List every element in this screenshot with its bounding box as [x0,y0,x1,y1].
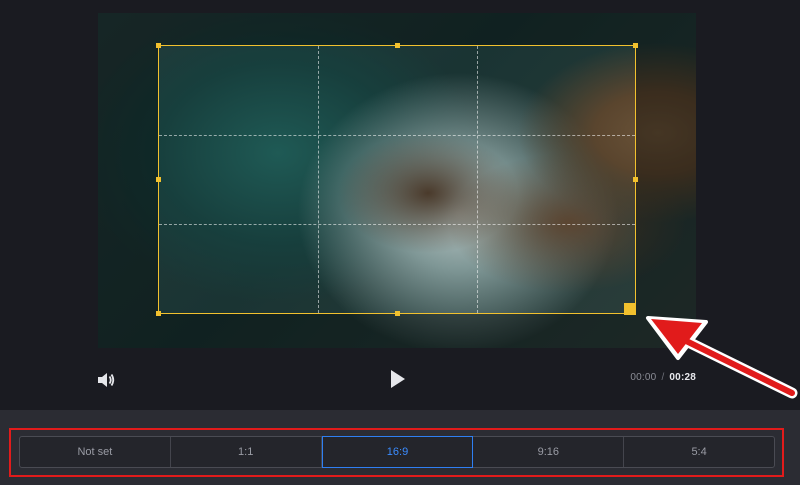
duration: 00:28 [669,372,696,383]
crop-mask-bottom [98,314,696,348]
ratio-option-9-16[interactable]: 9:16 [473,437,625,467]
crop-mask-right [636,45,696,314]
crop-mask-left [98,45,158,314]
play-icon[interactable] [386,368,408,390]
ratio-option-1-1[interactable]: 1:1 [171,437,322,467]
crop-mask-top [98,13,696,45]
time-readout: 00:00 / 00:28 [630,372,696,383]
ratio-option-5-4[interactable]: 5:4 [624,437,774,467]
crop-handle-left[interactable] [156,177,161,182]
video-player: 00:00 / 00:28 [0,0,800,410]
crop-handle-top-right[interactable] [633,43,638,48]
crop-grid-line [159,224,635,225]
crop-box[interactable] [156,43,638,316]
crop-handle-top[interactable] [395,43,400,48]
current-time: 00:00 [630,372,657,383]
aspect-ratio-selector: Not set 1:1 16:9 9:16 5:4 [19,436,775,468]
crop-grid-line [159,135,635,136]
crop-handle-right[interactable] [633,177,638,182]
ratio-option-16-9[interactable]: 16:9 [321,436,474,468]
time-separator: / [661,372,665,383]
crop-grid-line [477,46,478,313]
playback-controls: 00:00 / 00:28 [0,360,800,400]
speaker-icon[interactable] [96,370,116,390]
crop-handle-bottom-left[interactable] [156,311,161,316]
crop-handle-bottom[interactable] [395,311,400,316]
crop-handle-bottom-right[interactable] [624,303,636,315]
crop-grid-line [318,46,319,313]
crop-handle-top-left[interactable] [156,43,161,48]
ratio-option-not-set[interactable]: Not set [20,437,171,467]
